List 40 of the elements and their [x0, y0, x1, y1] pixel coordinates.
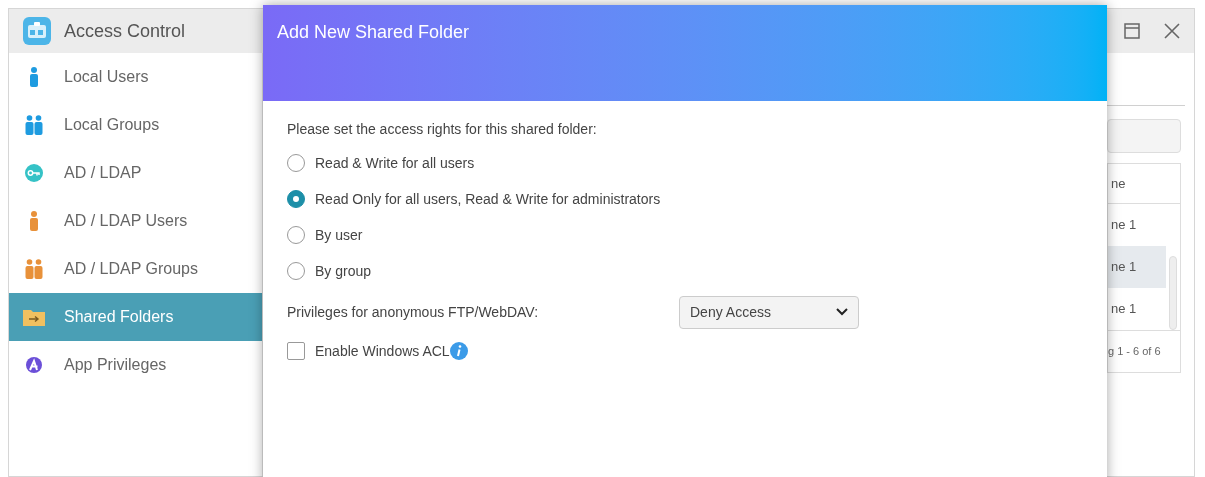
- pagination-text: g 1 - 6 of 6: [1108, 330, 1180, 372]
- ftp-label: Privileges for anonymous FTP/WebDAV:: [287, 302, 540, 322]
- radio-option[interactable]: By group: [287, 253, 1107, 289]
- sidebar-item[interactable]: App Privileges: [9, 341, 262, 389]
- sidebar-label: Local Groups: [64, 115, 160, 135]
- radio-option[interactable]: By user: [287, 217, 1107, 253]
- scrollbar[interactable]: [1169, 256, 1177, 330]
- sidebar-label: App Privileges: [64, 355, 167, 375]
- radio-button[interactable]: [287, 262, 305, 280]
- id-card-icon: [23, 17, 51, 45]
- sidebar-label: Shared Folders: [64, 307, 174, 327]
- sidebar-item[interactable]: AD / LDAP Groups: [9, 245, 262, 293]
- table-row[interactable]: ne 1: [1108, 288, 1166, 330]
- column-header: ne: [1108, 164, 1180, 204]
- table-row[interactable]: ne 1: [1108, 204, 1166, 246]
- window-title: Access Control: [64, 19, 186, 43]
- sidebar-label: AD / LDAP: [64, 163, 142, 183]
- close-icon[interactable]: [1164, 23, 1180, 39]
- search-field[interactable]: [1107, 119, 1181, 153]
- radio-button[interactable]: [287, 190, 305, 208]
- checkbox[interactable]: [287, 342, 305, 360]
- radio-option[interactable]: Read Only for all users, Read & Write for administrators: [287, 181, 1107, 217]
- sidebar-label: AD / LDAP Users: [64, 211, 188, 231]
- radio-button[interactable]: [287, 226, 305, 244]
- sidebar-label: AD / LDAP Groups: [64, 259, 198, 279]
- info-icon[interactable]: [449, 342, 468, 360]
- maximize-icon[interactable]: [1124, 23, 1140, 39]
- dialog-title: Add New Shared Folder: [277, 22, 470, 42]
- sidebar-item[interactable]: Local Users: [9, 53, 262, 101]
- sidebar-item[interactable]: AD / LDAP Users: [9, 197, 262, 245]
- table-row[interactable]: ne 1: [1108, 246, 1166, 288]
- checkbox-label: Enable Windows ACL: [315, 341, 450, 361]
- radio-option[interactable]: Read & Write for all users: [287, 145, 1107, 181]
- privilege-dropdown[interactable]: Deny Access: [679, 295, 859, 329]
- radio-button[interactable]: [287, 154, 305, 172]
- sidebar-item[interactable]: AD / LDAP: [9, 149, 262, 197]
- sidebar-label: Local Users: [64, 67, 149, 87]
- chevron-down-icon: [836, 308, 848, 316]
- sidebar-item[interactable]: Local Groups: [9, 101, 262, 149]
- prompt-text: Please set the access rights for this shared folder:: [287, 120, 598, 139]
